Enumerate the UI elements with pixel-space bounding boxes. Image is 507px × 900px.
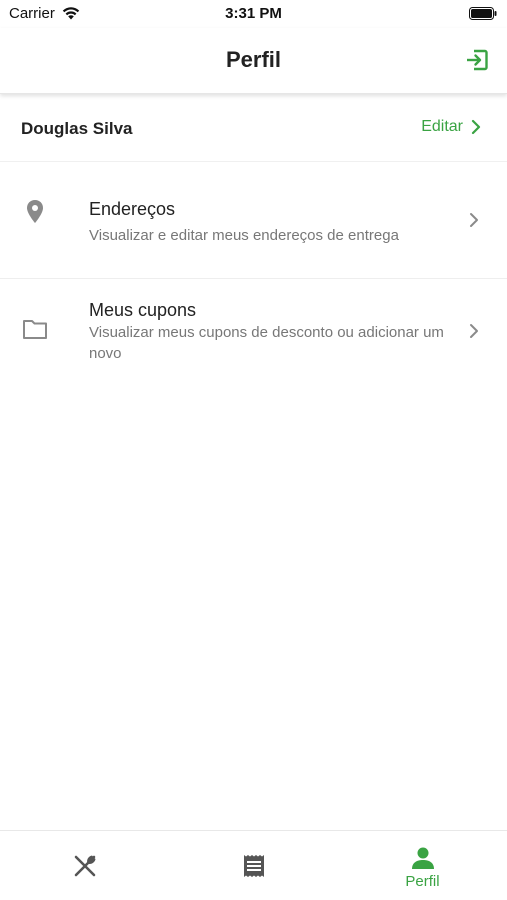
folder-icon — [23, 320, 47, 339]
profile-row: Douglas Silva Editar — [0, 96, 507, 162]
logout-icon[interactable] — [463, 46, 491, 74]
navigation-bar: Perfil — [0, 28, 507, 94]
location-pin-icon — [27, 200, 43, 223]
menu-item-subtitle: Visualizar e editar meus endereços de en… — [89, 227, 399, 244]
menu-item-addresses[interactable]: Endereços Visualizar e editar meus ender… — [0, 163, 507, 279]
utensils-icon — [74, 855, 96, 877]
person-icon — [412, 847, 434, 869]
status-time: 3:31 PM — [225, 5, 282, 22]
status-bar: Carrier 3:31 PM — [0, 0, 507, 28]
chevron-right-icon — [471, 119, 481, 135]
edit-profile-button[interactable]: Editar — [421, 118, 481, 136]
battery-icon — [469, 7, 497, 20]
tab-label: Perfil — [405, 873, 440, 890]
chevron-right-icon — [470, 213, 478, 227]
menu-item-subtitle: Visualizar meus cupons de desconto ou ad… — [89, 324, 444, 362]
edit-label: Editar — [421, 118, 463, 135]
menu-item-title: Meus cupons — [89, 300, 197, 320]
tab-restaurants[interactable] — [0, 831, 169, 900]
tab-profile[interactable]: Perfil — [338, 831, 507, 900]
tab-bar: Perfil — [0, 830, 507, 900]
menu-item-title: Endereços — [89, 199, 176, 219]
chevron-right-icon — [470, 324, 478, 338]
profile-name: Douglas Silva — [21, 119, 133, 138]
tab-orders[interactable] — [169, 831, 338, 900]
page-title: Perfil — [225, 47, 282, 72]
receipt-icon — [244, 855, 264, 877]
menu-item-coupons[interactable]: Meus cupons Visualizar meus cupons de de… — [0, 280, 507, 390]
